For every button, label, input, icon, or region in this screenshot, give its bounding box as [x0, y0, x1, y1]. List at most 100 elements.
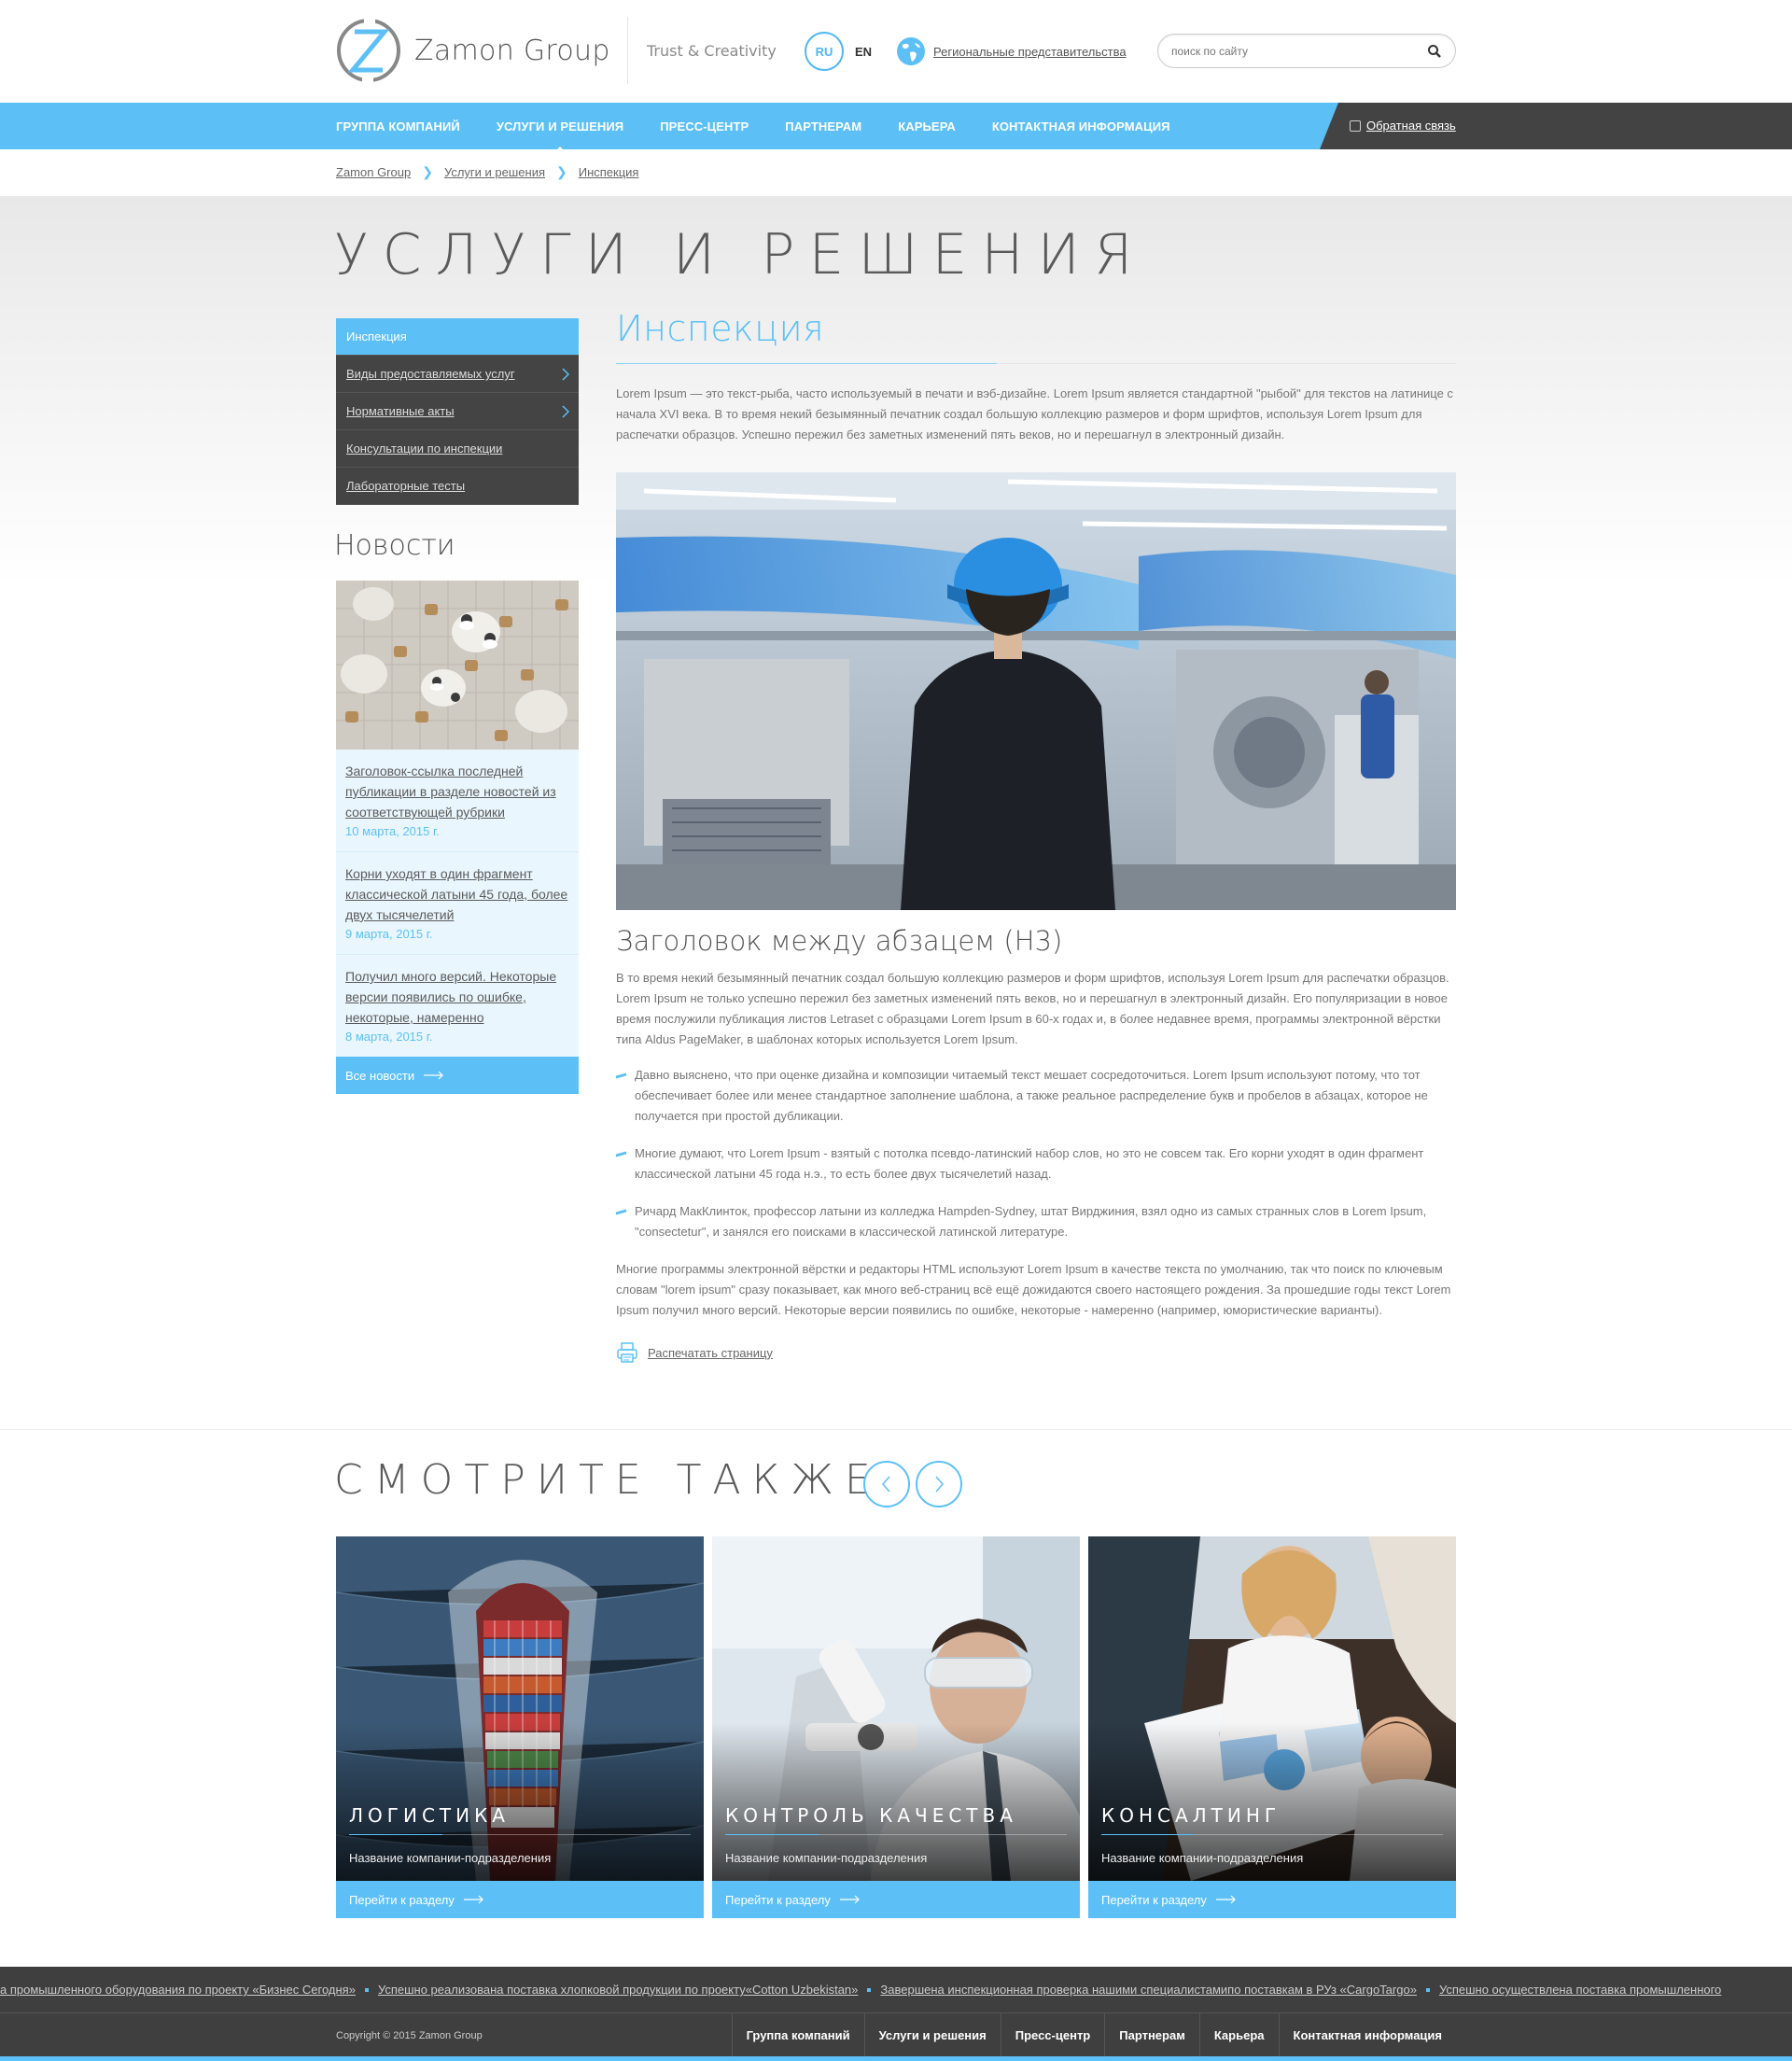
arrow-right-icon — [839, 1895, 860, 1904]
header: Zamon Group Trust & Creativity RU EN Рег… — [336, 0, 1456, 103]
news-image[interactable] — [336, 581, 579, 750]
arrow-right-icon — [424, 1071, 443, 1080]
card-line — [725, 1834, 1067, 1835]
card-subtitle: Название компании-подразделения — [725, 1851, 928, 1865]
chevron-right-icon: ❯ — [556, 164, 567, 179]
news-item: Корни уходят в один фрагмент классическо… — [336, 852, 579, 955]
chevron-left-icon — [882, 1476, 890, 1493]
footer-link-services[interactable]: Услуги и решения — [863, 2013, 1001, 2056]
tagline: Trust & Creativity — [647, 42, 777, 60]
ticker-item[interactable]: Завершена инспекционная проверка нашими … — [880, 1983, 1417, 1997]
feedback-icon — [1350, 119, 1361, 132]
news-item-link[interactable]: Корни уходят в один фрагмент классическо… — [345, 863, 569, 925]
title-underline — [616, 363, 1456, 364]
news-photo — [336, 581, 579, 750]
nav-items: ГРУППА КОМПАНИЙ УСЛУГИ И РЕШЕНИЯ ПРЕСС-Ц… — [336, 103, 1207, 152]
sidebar-item-inspection[interactable]: Инспекция — [336, 318, 579, 356]
search-box — [1157, 34, 1456, 68]
sidebar-item-label: Виды предоставляемых услуг — [346, 367, 515, 381]
card-line — [1101, 1834, 1443, 1835]
hero-image — [616, 472, 1456, 910]
news-item-link[interactable]: Получил много версий. Некоторые версии п… — [345, 966, 569, 1028]
sidebar-item-label: Нормативные акты — [346, 404, 455, 418]
card-go-button[interactable]: Перейти к разделу — [336, 1881, 704, 1918]
chevron-right-icon — [935, 1476, 944, 1493]
sidebar-item-lab[interactable]: Лабораторные тесты — [336, 468, 579, 505]
all-news-label: Все новости — [345, 1068, 415, 1083]
breadcrumb-home[interactable]: Zamon Group — [336, 165, 411, 179]
carousel-prev-button[interactable] — [863, 1461, 910, 1507]
search-input[interactable] — [1171, 44, 1427, 58]
nav-item-contacts[interactable]: КОНТАКТНАЯ ИНФОРМАЦИЯ — [992, 119, 1170, 133]
nav-item-services[interactable]: УСЛУГИ И РЕШЕНИЯ — [497, 119, 623, 152]
feedback: Обратная связь — [1350, 119, 1456, 133]
logo-mark-icon — [337, 18, 400, 83]
nav-item-partners[interactable]: ПАРТНЕРАМ — [785, 119, 861, 133]
all-news-button[interactable]: Все новости — [336, 1057, 579, 1094]
article-h3: Заголовок между абзацем (H3) — [616, 925, 1063, 957]
ticker-separator — [1425, 1987, 1430, 1992]
nav-item-career[interactable]: КАРЬЕРА — [898, 119, 956, 133]
footer-link-career[interactable]: Карьера — [1198, 2013, 1279, 2056]
header-divider — [627, 17, 628, 84]
breadcrumb-current[interactable]: Инспекция — [579, 165, 639, 179]
bullet-item: Ричард МакКлинток, профессор латыни из к… — [616, 1201, 1456, 1242]
see-also-title: СМОТРИТЕ ТАКЖЕ — [334, 1456, 882, 1504]
news-title: Новости — [334, 529, 455, 562]
article-title: Инспекция — [616, 308, 825, 349]
carousel-next-button[interactable] — [916, 1461, 962, 1507]
card-logistics: ЛОГИСТИКА Название компании-подразделени… — [336, 1536, 704, 1918]
card-go-button[interactable]: Перейти к разделу — [712, 1881, 1080, 1918]
lang-ru-button[interactable]: RU — [805, 32, 844, 71]
breadcrumb-services[interactable]: Услуги и решения — [444, 165, 545, 179]
nav-item-group[interactable]: ГРУППА КОМПАНИЙ — [336, 119, 460, 133]
sidebar-item-acts[interactable]: Нормативные акты — [336, 393, 579, 430]
card-go-button[interactable]: Перейти к разделу — [1088, 1881, 1456, 1918]
news-box: Заголовок-ссылка последней публикации в … — [336, 581, 579, 1094]
sidebar-item-label: Консультации по инспекции — [346, 442, 503, 456]
ticker-item[interactable]: Успешно реализована поставка хлопковой п… — [378, 1983, 858, 1997]
footer-strip — [0, 2056, 1792, 2061]
regions-link[interactable]: Региональные представительства — [933, 45, 1127, 59]
arrow-right-icon — [463, 1895, 483, 1904]
news-item: Получил много версий. Некоторые версии п… — [336, 955, 579, 1057]
sidebar-item-consult[interactable]: Консультации по инспекции — [336, 430, 579, 468]
footer-link-press[interactable]: Пресс-центр — [1000, 2013, 1105, 2056]
card-title: КОНТРОЛЬ КАЧЕСТВА — [725, 1804, 1017, 1827]
card-line — [349, 1834, 691, 1835]
sidebar-item-services[interactable]: Виды предоставляемых услуг — [336, 356, 579, 393]
article-para: Многие программы электронной вёрстки и р… — [616, 1262, 1451, 1317]
footer-link-contacts[interactable]: Контактная информация — [1278, 2013, 1456, 2056]
breadcrumb: Zamon Group ❯ Услуги и решения ❯ Инспекц… — [336, 164, 638, 180]
print-link[interactable]: Распечатать страницу — [648, 1346, 773, 1360]
sidebar-item-label: Лабораторные тесты — [346, 479, 466, 493]
chevron-right-icon — [562, 405, 569, 418]
section-divider — [0, 1429, 1792, 1430]
news-item-date: 8 марта, 2015 г. — [345, 1030, 433, 1044]
card-quality: КОНТРОЛЬ КАЧЕСТВА Название компании-подр… — [712, 1536, 1080, 1918]
hero-photo — [616, 472, 1456, 910]
card-image[interactable]: КОНТРОЛЬ КАЧЕСТВА Название компании-подр… — [712, 1536, 1080, 1881]
search-icon[interactable] — [1427, 44, 1442, 59]
footer-nav: Группа компаний Услуги и решения Пресс-ц… — [731, 2013, 1456, 2056]
article-para: В то время некий безымянный печатник соз… — [616, 971, 1449, 1046]
card-go-label: Перейти к разделу — [1101, 1892, 1207, 1907]
nav-item-press[interactable]: ПРЕСС-ЦЕНТР — [660, 119, 749, 133]
logo-text: Zamon Group — [414, 34, 610, 67]
footer-link-partners[interactable]: Партнерам — [1104, 2013, 1199, 2056]
footer-link-group[interactable]: Группа компаний — [731, 2013, 864, 2056]
article: Инспекция Lorem Ipsum — это текст-рыба, … — [616, 308, 1456, 1364]
card-subtitle: Название компании-подразделения — [1101, 1851, 1304, 1865]
lang-en-button[interactable]: EN — [855, 45, 872, 59]
feedback-link[interactable]: Обратная связь — [1366, 119, 1456, 133]
card-image[interactable]: ЛОГИСТИКА Название компании-подразделени… — [336, 1536, 704, 1881]
card-image[interactable]: КОНСАЛТИНГ Название компании-подразделен… — [1088, 1536, 1456, 1881]
ticker-item[interactable]: а промышленного оборудования по проекту … — [0, 1983, 356, 1997]
arrow-right-icon — [1215, 1895, 1236, 1904]
regions: Региональные представительства — [896, 36, 1127, 66]
printer-icon — [617, 1342, 637, 1363]
news-item-link[interactable]: Заголовок-ссылка последней публикации в … — [345, 761, 569, 822]
ticker-item[interactable]: Успешно осуществлена поставка промышленн… — [1439, 1983, 1721, 1997]
footer: Copyright © 2015 Zamon Group Группа комп… — [0, 2013, 1792, 2056]
logo[interactable]: Zamon Group — [336, 18, 610, 83]
